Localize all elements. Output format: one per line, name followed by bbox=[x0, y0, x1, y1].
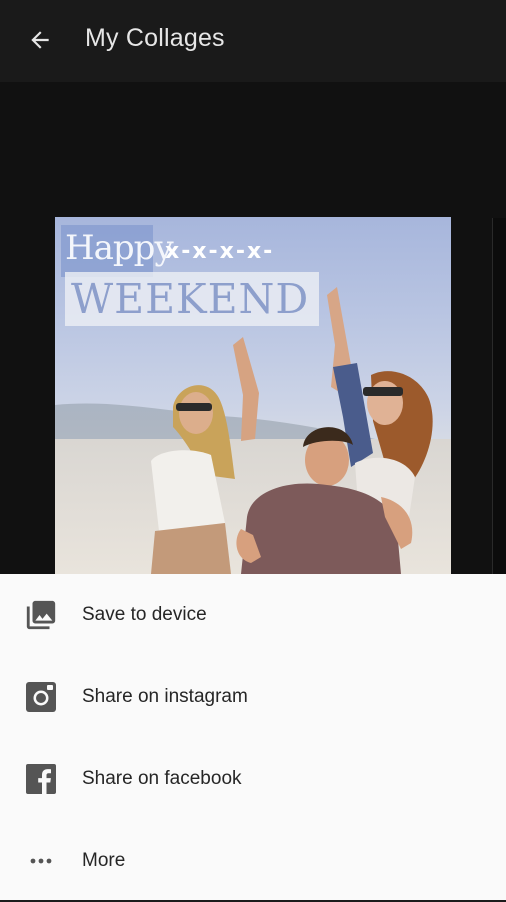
next-collage-preview[interactable] bbox=[492, 218, 506, 574]
instagram-icon bbox=[24, 680, 58, 714]
share-instagram-item[interactable]: Share on instagram bbox=[0, 656, 506, 738]
save-to-device-label: Save to device bbox=[82, 604, 207, 625]
back-button[interactable] bbox=[22, 22, 58, 58]
share-facebook-label: Share on facebook bbox=[82, 768, 242, 789]
more-dots-icon bbox=[24, 844, 58, 878]
share-bottom-sheet: Save to device Share on instagram Share … bbox=[0, 574, 506, 900]
collage-preview[interactable]: Happy x-x-x-x- WEEKEND bbox=[55, 217, 451, 574]
more-options-item[interactable]: More bbox=[0, 820, 506, 902]
save-to-device-item[interactable]: Save to device bbox=[0, 574, 506, 656]
more-label: More bbox=[82, 850, 126, 871]
app-bar: My Collages bbox=[0, 0, 506, 82]
collage-text-decoration: x-x-x-x- bbox=[165, 239, 275, 264]
back-arrow-icon bbox=[31, 31, 49, 49]
collage-text-weekend: WEEKEND bbox=[71, 275, 310, 323]
facebook-icon bbox=[24, 762, 58, 796]
page-title: My Collages bbox=[85, 24, 225, 52]
share-facebook-item[interactable]: Share on facebook bbox=[0, 738, 506, 820]
gallery-icon bbox=[24, 598, 58, 632]
collage-text-happy: Happy bbox=[65, 228, 174, 268]
share-instagram-label: Share on instagram bbox=[82, 686, 248, 707]
